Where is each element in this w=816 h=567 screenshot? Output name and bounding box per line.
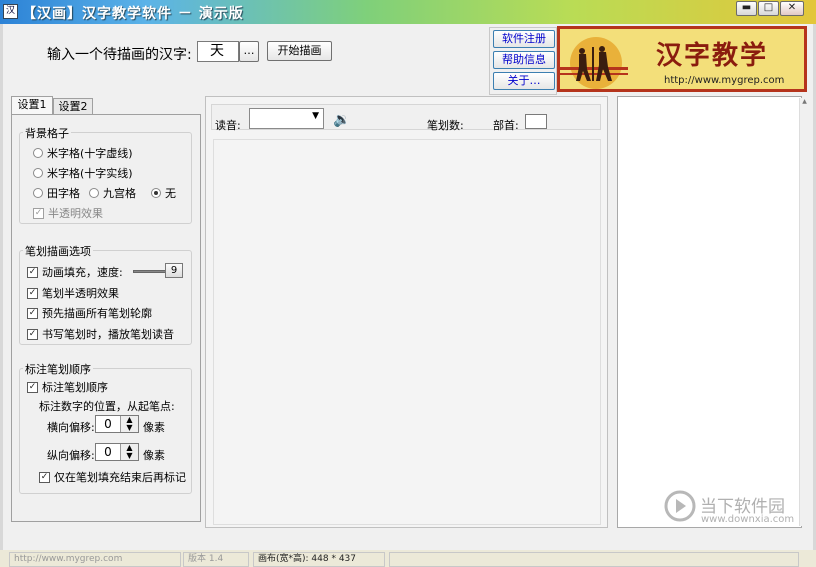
title-bar: 汉 【汉画】汉字教学软件 － 演示版 ▬ □ ✕	[0, 0, 816, 24]
mark-after-checkbox[interactable]: ✓ 仅在笔划填充结束后再标记	[39, 469, 186, 485]
checkbox-checked-icon[interactable]: ✓	[27, 381, 38, 393]
checkbox-checked-icon[interactable]: ✓	[33, 207, 44, 219]
speed-slider-track[interactable]	[133, 270, 167, 273]
window-title: 【汉画】汉字教学软件 － 演示版	[22, 6, 244, 22]
speaker-icon[interactable]: 🔉	[333, 112, 350, 128]
anim-fill-checkbox[interactable]: ✓ 动画填充，速度:	[27, 264, 123, 280]
watermark-url: www.downxia.com	[701, 514, 795, 525]
order-enable-checkbox[interactable]: ✓ 标注笔划顺序	[27, 379, 108, 395]
chevron-down-icon[interactable]: ▼	[312, 111, 319, 121]
radio-icon[interactable]	[89, 188, 99, 198]
stroke-group-title: 笔划描画选项	[23, 243, 93, 259]
status-canvas-size: 画布(宽*高): 448 * 437	[253, 552, 385, 567]
checkbox-checked-icon[interactable]: ✓	[27, 328, 38, 340]
spin-arrows-icon[interactable]: ▲ ▼	[120, 444, 138, 460]
grid-group-title: 背景格子	[23, 125, 71, 141]
radical-label: 部首:	[493, 119, 519, 132]
logo-url: http://www.mygrep.com	[664, 75, 785, 86]
radio-icon[interactable]	[33, 148, 43, 158]
main-window: 输入一个待描画的汉字: 天 … 开始描画 软件注册 帮助信息 关于… 汉字教学 …	[0, 24, 816, 567]
close-button[interactable]: ✕	[780, 1, 804, 16]
about-button[interactable]: 关于…	[493, 72, 555, 90]
read-stroke-checkbox[interactable]: ✓ 书写笔划时，播放笔划读音	[27, 326, 174, 342]
register-button[interactable]: 软件注册	[493, 30, 555, 48]
help-button[interactable]: 帮助信息	[493, 51, 555, 69]
char-browse-button[interactable]: …	[239, 41, 259, 62]
grid-translucent-checkbox[interactable]: ✓ 半透明效果	[33, 205, 103, 221]
checkbox-checked-icon[interactable]: ✓	[27, 266, 38, 278]
app-icon: 汉	[3, 4, 18, 19]
grid-option-jiugong[interactable]: 九宫格	[89, 185, 136, 201]
status-empty	[389, 552, 799, 567]
checkbox-checked-icon[interactable]: ✓	[27, 287, 38, 299]
logo-banner: 汉字教学 http://www.mygrep.com	[557, 26, 807, 92]
reading-label: 读音:	[215, 119, 241, 132]
char-input[interactable]: 天	[197, 41, 239, 62]
grid-option-mi-dashed[interactable]: 米字格(十字虚线)	[33, 145, 133, 161]
h-offset-unit: 像素	[143, 421, 165, 434]
status-url: http://www.mygrep.com	[9, 552, 181, 567]
stroke-count-label: 笔划数:	[427, 119, 464, 132]
checkbox-checked-icon[interactable]: ✓	[27, 307, 38, 319]
grid-option-mi-solid[interactable]: 米字格(十字实线)	[33, 165, 133, 181]
hikers-logo-icon	[560, 37, 628, 89]
minimize-button[interactable]: ▬	[736, 1, 757, 16]
text-panel[interactable]	[617, 96, 802, 528]
spin-arrows-icon[interactable]: ▲ ▼	[120, 416, 138, 432]
v-offset-label: 纵向偏移:	[47, 449, 95, 462]
speed-value[interactable]: 9	[165, 263, 183, 278]
stroke-semi-checkbox[interactable]: ✓ 笔划半透明效果	[27, 285, 119, 301]
tab-settings-1[interactable]: 设置1	[11, 96, 53, 114]
v-offset-unit: 像素	[143, 449, 165, 462]
status-version: 版本 1.4	[183, 552, 249, 567]
radio-icon[interactable]	[33, 168, 43, 178]
radio-selected-icon[interactable]	[151, 188, 161, 198]
maximize-button[interactable]: □	[758, 1, 779, 16]
logo-title: 汉字教学	[656, 41, 769, 71]
order-group-title: 标注笔划顺序	[23, 361, 93, 377]
char-prompt-label: 输入一个待描画的汉字:	[47, 47, 192, 63]
h-offset-label: 横向偏移:	[47, 421, 95, 434]
reading-select[interactable]: ▼	[249, 108, 324, 129]
outline-checkbox[interactable]: ✓ 预先描画所有笔划轮廓	[27, 305, 152, 321]
radical-box	[525, 114, 547, 129]
v-offset-spinner[interactable]: 0 ▲ ▼	[95, 443, 139, 461]
h-offset-spinner[interactable]: 0 ▲ ▼	[95, 415, 139, 433]
order-position-label: 标注数字的位置，从起笔点:	[39, 400, 175, 413]
start-draw-button[interactable]: 开始描画	[267, 41, 332, 61]
checkbox-checked-icon[interactable]: ✓	[39, 471, 50, 483]
grid-option-none[interactable]: 无	[151, 185, 176, 201]
tab-settings-2[interactable]: 设置2	[53, 98, 93, 114]
grid-option-tian[interactable]: 田字格	[33, 185, 80, 201]
watermark-logo-icon	[664, 490, 696, 522]
drawing-canvas[interactable]	[213, 139, 601, 525]
scrollbar-vertical[interactable]: ▲	[799, 98, 809, 526]
radio-icon[interactable]	[33, 188, 43, 198]
